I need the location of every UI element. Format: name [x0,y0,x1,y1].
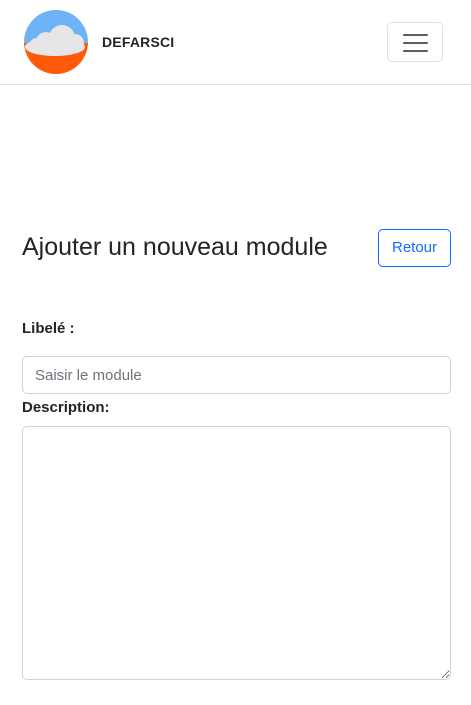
brand-name: DEFARSCI [102,34,175,50]
navbar: DEFARSCI [0,0,471,85]
navbar-toggler-button[interactable] [387,22,443,62]
cloud-logo-icon [24,10,88,74]
hamburger-menu-icon [403,34,428,52]
description-label: Description: [22,399,110,416]
libele-label: Libelé : [22,320,75,337]
back-button[interactable]: Retour [378,229,451,267]
page-title: Ajouter un nouveau module [22,233,328,261]
libele-input[interactable] [22,356,451,394]
brand-link[interactable]: DEFARSCI [24,10,174,74]
description-textarea[interactable] [22,426,451,680]
